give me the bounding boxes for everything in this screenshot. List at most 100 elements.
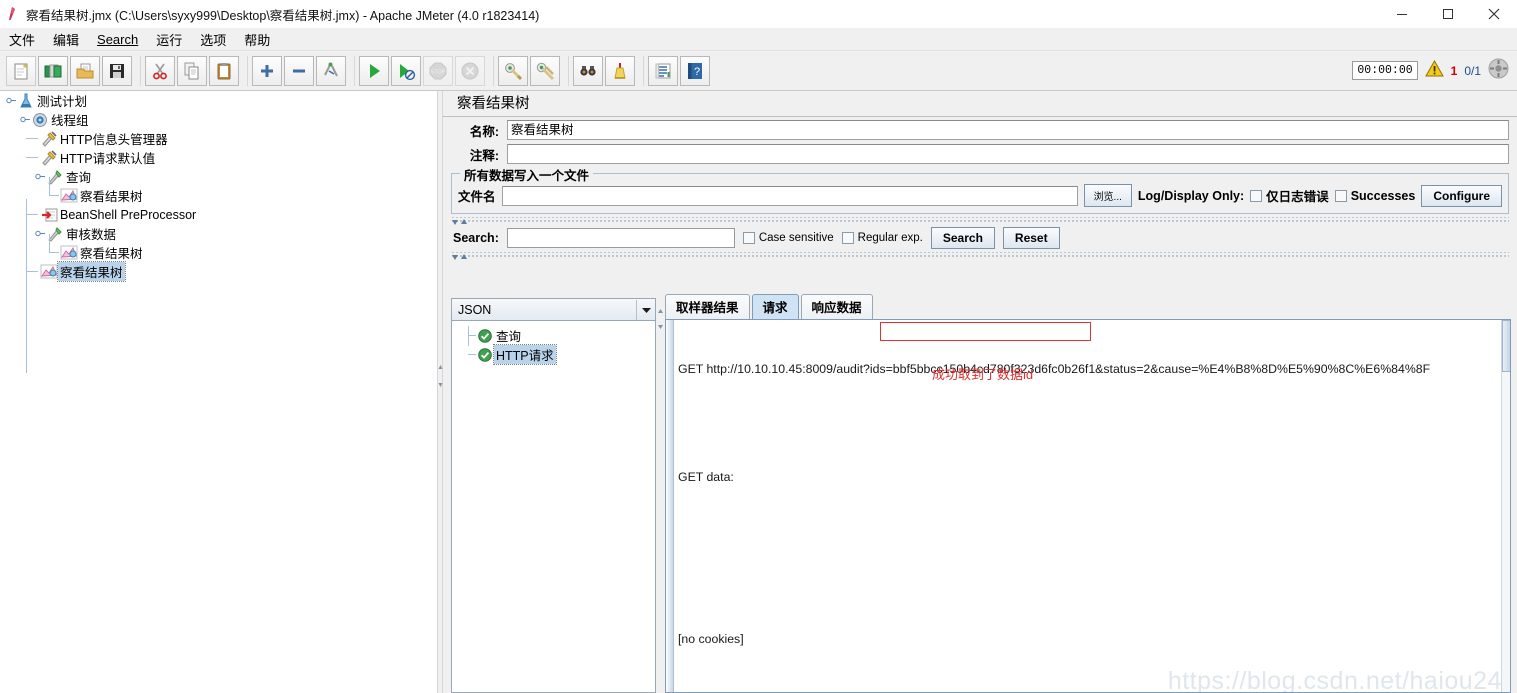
search-label: Search: xyxy=(453,231,499,245)
tree-node-thread-group[interactable]: 线程组 xyxy=(0,110,437,129)
tree-node-view-results-selected[interactable]: 察看结果树 xyxy=(0,261,437,282)
expand-all-icon[interactable] xyxy=(252,55,282,86)
tree-node-sampler-query[interactable]: 查询 xyxy=(0,167,437,186)
svg-text:STOP: STOP xyxy=(431,69,446,75)
toolbar-group-file xyxy=(2,55,136,86)
name-label: 名称: xyxy=(469,124,499,139)
browse-button[interactable]: 浏览... xyxy=(1083,184,1132,207)
view-results-tree-icon xyxy=(60,187,78,204)
toolbar-status-area: 00:00:00 1 0/1 xyxy=(1352,58,1517,84)
menu-help[interactable]: 帮助 xyxy=(235,28,279,51)
renderer-select[interactable]: JSON xyxy=(452,299,655,321)
tree-node-header-manager[interactable]: HTTP信息头管理器 xyxy=(0,129,437,148)
success-shield-icon xyxy=(476,327,494,344)
results-splitter[interactable] xyxy=(656,298,665,693)
menu-options[interactable]: 选项 xyxy=(191,28,235,51)
tree-label: 查询 xyxy=(66,171,92,185)
start-icon[interactable] xyxy=(359,55,389,86)
new-icon[interactable] xyxy=(6,55,36,86)
expand-knob-icon[interactable] xyxy=(6,95,17,106)
open-icon[interactable] xyxy=(70,55,100,86)
save-icon[interactable] xyxy=(102,55,132,86)
cut-icon[interactable] xyxy=(145,55,175,86)
test-plan-icon xyxy=(17,92,35,109)
checkbox-box[interactable] xyxy=(1250,189,1263,202)
thread-group-icon xyxy=(31,111,49,128)
search-icon[interactable] xyxy=(573,55,603,86)
tree-node-beanshell-preprocessor[interactable]: BeanShell PreProcessor xyxy=(0,205,437,224)
paste-icon[interactable] xyxy=(209,55,239,86)
request-tab-content: GET http://10.10.10.45:8009/audit?ids=bb… xyxy=(665,319,1511,693)
result-item-query[interactable]: 查询 xyxy=(452,326,655,345)
maximize-icon[interactable] xyxy=(1425,0,1471,28)
warning-triangle-icon[interactable] xyxy=(1424,59,1444,82)
toolbar-group-edit xyxy=(140,55,243,86)
configure-button[interactable]: Configure xyxy=(1421,184,1502,207)
tree-node-sampler-audit[interactable]: 审核数据 xyxy=(0,224,437,243)
filename-row: 文件名 浏览... Log/Display Only: 仅日志错误 Succes… xyxy=(458,184,1502,207)
stop-icon: STOP xyxy=(423,55,453,86)
filename-input[interactable] xyxy=(501,185,1078,206)
divider-arrows-icon[interactable] xyxy=(451,214,469,232)
help-icon[interactable]: ? xyxy=(680,55,710,86)
function-helper-icon[interactable] xyxy=(648,55,678,86)
chevron-down-icon[interactable] xyxy=(636,299,655,320)
search-reset-icon[interactable] xyxy=(605,55,635,86)
divider-arrows-icon[interactable] xyxy=(451,249,469,267)
expand-knob-icon[interactable] xyxy=(35,171,46,182)
comment-input[interactable] xyxy=(507,144,1509,164)
thread-count: 0/1 xyxy=(1464,63,1481,78)
errors-only-checkbox[interactable]: 仅日志错误 xyxy=(1250,186,1329,205)
log-display-only-label: Log/Display Only: xyxy=(1137,188,1245,203)
view-results-tree-icon xyxy=(40,263,58,280)
case-sensitive-checkbox[interactable]: Case sensitive xyxy=(742,232,834,244)
start-no-timers-icon[interactable] xyxy=(391,55,421,86)
tab-sampler-result[interactable]: 取样器结果 xyxy=(665,294,750,319)
panel-divider-upper[interactable] xyxy=(451,217,1509,225)
reset-button[interactable]: Reset xyxy=(1002,227,1060,249)
result-label: HTTP请求 xyxy=(493,344,557,365)
regex-checkbox[interactable]: Regular exp. xyxy=(841,232,923,244)
close-icon[interactable] xyxy=(1471,0,1517,28)
search-input[interactable] xyxy=(506,228,735,248)
clear-all-icon[interactable] xyxy=(530,55,560,86)
templates-icon[interactable] xyxy=(38,55,68,86)
comment-field-row: 注释: xyxy=(451,143,1509,165)
tab-response-data[interactable]: 响应数据 xyxy=(800,294,873,319)
minimize-icon[interactable] xyxy=(1379,0,1425,28)
scrollbar-thumb[interactable] xyxy=(1502,320,1510,372)
collapse-all-icon[interactable] xyxy=(284,55,314,86)
sample-results-tree[interactable]: 查询 HTTP请求 xyxy=(452,321,655,692)
tab-request[interactable]: 请求 xyxy=(751,294,799,319)
checkbox-box[interactable] xyxy=(841,232,854,244)
expand-knob-icon[interactable] xyxy=(20,114,31,125)
tree-node-view-results-1[interactable]: 察看结果树 xyxy=(0,177,437,205)
toggle-icon[interactable] xyxy=(316,55,346,86)
tree-node-http-defaults[interactable]: HTTP请求默认值 xyxy=(0,148,437,167)
checkbox-box[interactable] xyxy=(742,232,755,244)
menu-file[interactable]: 文件 xyxy=(0,28,44,51)
menu-run[interactable]: 运行 xyxy=(147,28,191,51)
tree-node-test-plan[interactable]: 测试计划 xyxy=(0,91,437,110)
clear-icon[interactable] xyxy=(498,55,528,86)
annotation-highlight-box xyxy=(880,322,1091,341)
tree-label: HTTP请求默认值 xyxy=(60,152,156,166)
copy-icon[interactable] xyxy=(177,55,207,86)
expand-knob-icon[interactable] xyxy=(35,228,46,239)
toolbar-group-tree xyxy=(247,55,350,86)
successes-checkbox[interactable]: Successes xyxy=(1334,189,1415,203)
splitter-grip-icon[interactable] xyxy=(657,306,664,337)
panel-divider-lower[interactable] xyxy=(451,252,1509,260)
checkbox-box[interactable] xyxy=(1334,189,1347,202)
menu-edit[interactable]: 编辑 xyxy=(44,28,88,51)
request-vertical-scrollbar[interactable] xyxy=(1501,320,1510,692)
tree-node-view-results-2[interactable]: 察看结果树 xyxy=(0,234,437,262)
search-button[interactable]: Search xyxy=(930,227,995,249)
name-input[interactable]: 察看结果树 xyxy=(507,120,1509,140)
result-item-http-request[interactable]: HTTP请求 xyxy=(452,344,655,365)
test-plan-tree[interactable]: 测试计划 线程组 HTTP信息头管理器 HTTP请求默认值 查询 察看结果树 B… xyxy=(0,91,437,693)
menu-search[interactable]: Search xyxy=(88,30,147,49)
request-text[interactable]: GET http://10.10.10.45:8009/audit?ids=bb… xyxy=(674,320,1510,692)
